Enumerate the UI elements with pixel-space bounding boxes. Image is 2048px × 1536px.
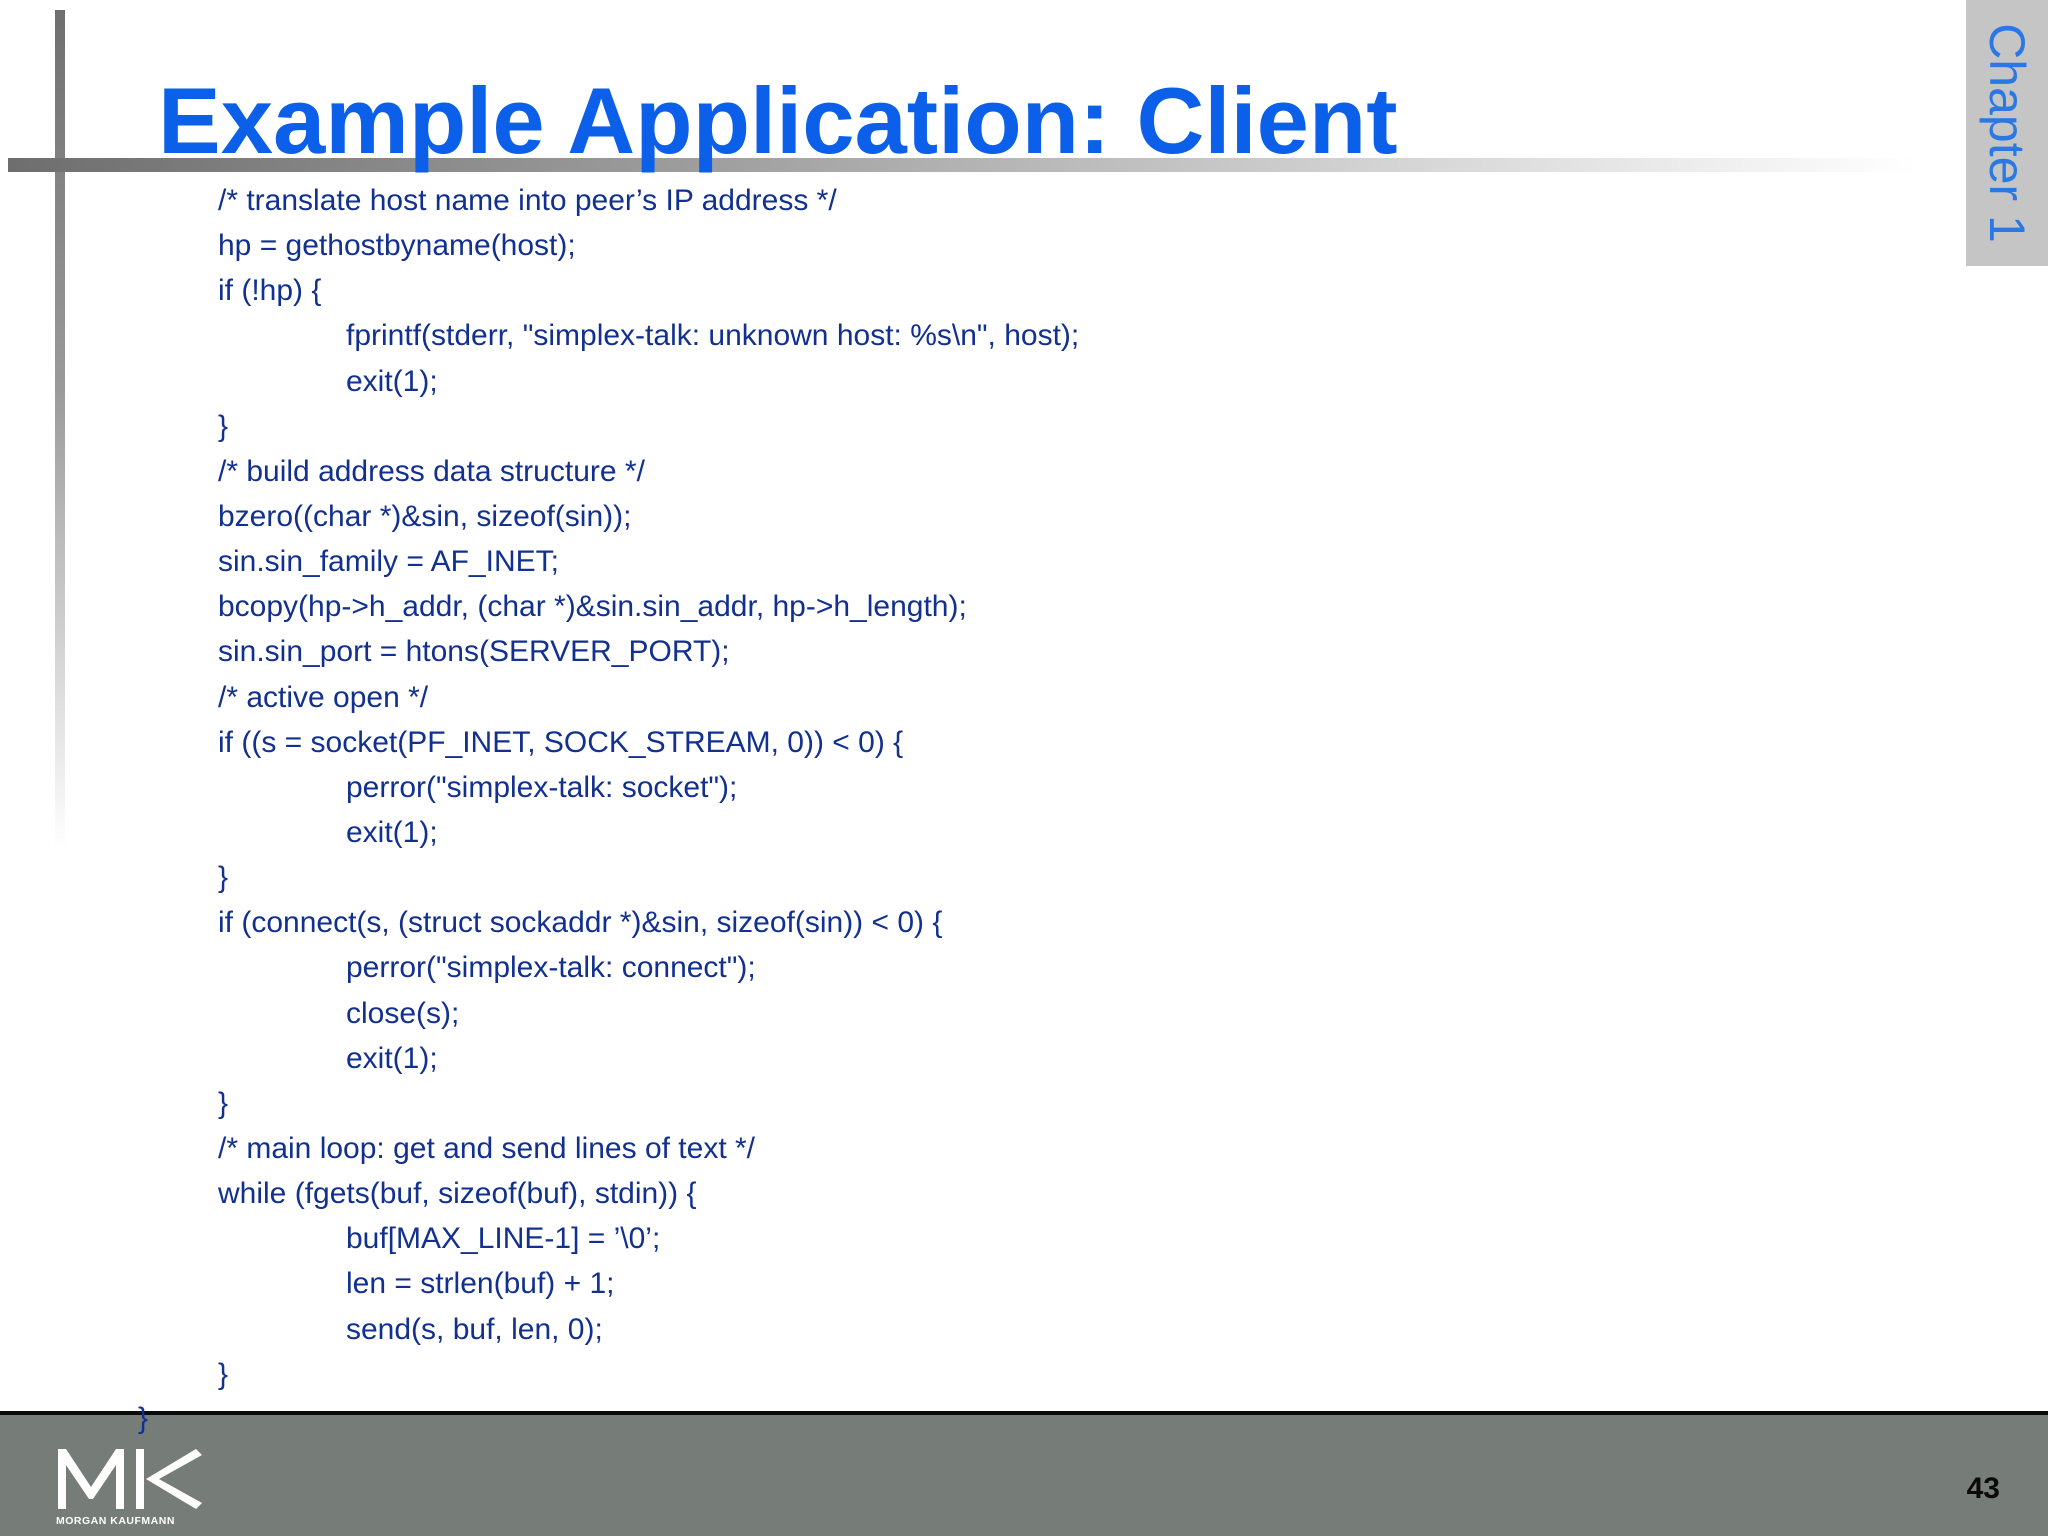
footer-bar: MORGAN KAUFMANN 43 xyxy=(0,1411,2048,1536)
code-line: /* active open */ xyxy=(218,680,429,714)
publisher-logo: MORGAN KAUFMANN xyxy=(56,1443,206,1533)
code-line: hp = gethostbyname(host); xyxy=(218,229,576,263)
page-number: 43 xyxy=(1966,1472,2000,1505)
code-line: /* translate host name into peer’s IP ad… xyxy=(218,184,837,217)
code-line: while (fgets(buf, sizeof(buf), stdin)) { xyxy=(218,1177,697,1211)
code-line: close(s); xyxy=(346,996,460,1030)
code-line: send(s, buf, len, 0); xyxy=(346,1312,603,1346)
code-line: } xyxy=(218,861,229,895)
code-line: if (connect(s, (struct sockaddr *)&sin, … xyxy=(218,906,943,940)
code-line: exit(1); xyxy=(346,1041,438,1075)
code-line: exit(1); xyxy=(346,815,438,849)
closing-brace: } xyxy=(138,1402,149,1435)
code-line: buf[MAX_LINE-1] = ’\0’; xyxy=(346,1222,661,1256)
chapter-tab: Chapter 1 xyxy=(1966,0,2048,266)
logo-caption: MORGAN KAUFMANN xyxy=(56,1515,175,1527)
code-line: sin.sin_family = AF_INET; xyxy=(218,545,559,579)
code-line: perror("simplex-talk: socket"); xyxy=(346,770,738,804)
code-line: /* build address data structure */ xyxy=(218,454,645,488)
code-line: if ((s = socket(PF_INET, SOCK_STREAM, 0)… xyxy=(218,725,904,759)
code-line: } xyxy=(218,409,229,443)
chapter-label: Chapter 1 xyxy=(1979,23,2035,243)
code-line: bcopy(hp->h_addr, (char *)&sin.sin_addr,… xyxy=(218,590,967,624)
code-line: if (!hp) { xyxy=(218,274,322,308)
mk-logo-icon xyxy=(58,1449,202,1509)
code-line: perror("simplex-talk: connect"); xyxy=(346,951,756,985)
code-line: sin.sin_port = htons(SERVER_PORT); xyxy=(218,635,730,669)
code-block: /* translate host name into peer’s IP ad… xyxy=(218,178,1079,1397)
code-line: exit(1); xyxy=(346,364,438,398)
code-line: len = strlen(buf) + 1; xyxy=(346,1267,615,1301)
code-line: /* main loop: get and send lines of text… xyxy=(218,1131,755,1165)
code-line: } xyxy=(218,1086,229,1120)
code-line: fprintf(stderr, "simplex-talk: unknown h… xyxy=(346,319,1080,353)
code-line: bzero((char *)&sin, sizeof(sin)); xyxy=(218,499,632,533)
decorative-vertical-bar xyxy=(55,10,65,850)
slide-title: Example Application: Client xyxy=(158,68,1398,173)
code-line: } xyxy=(218,1357,229,1391)
